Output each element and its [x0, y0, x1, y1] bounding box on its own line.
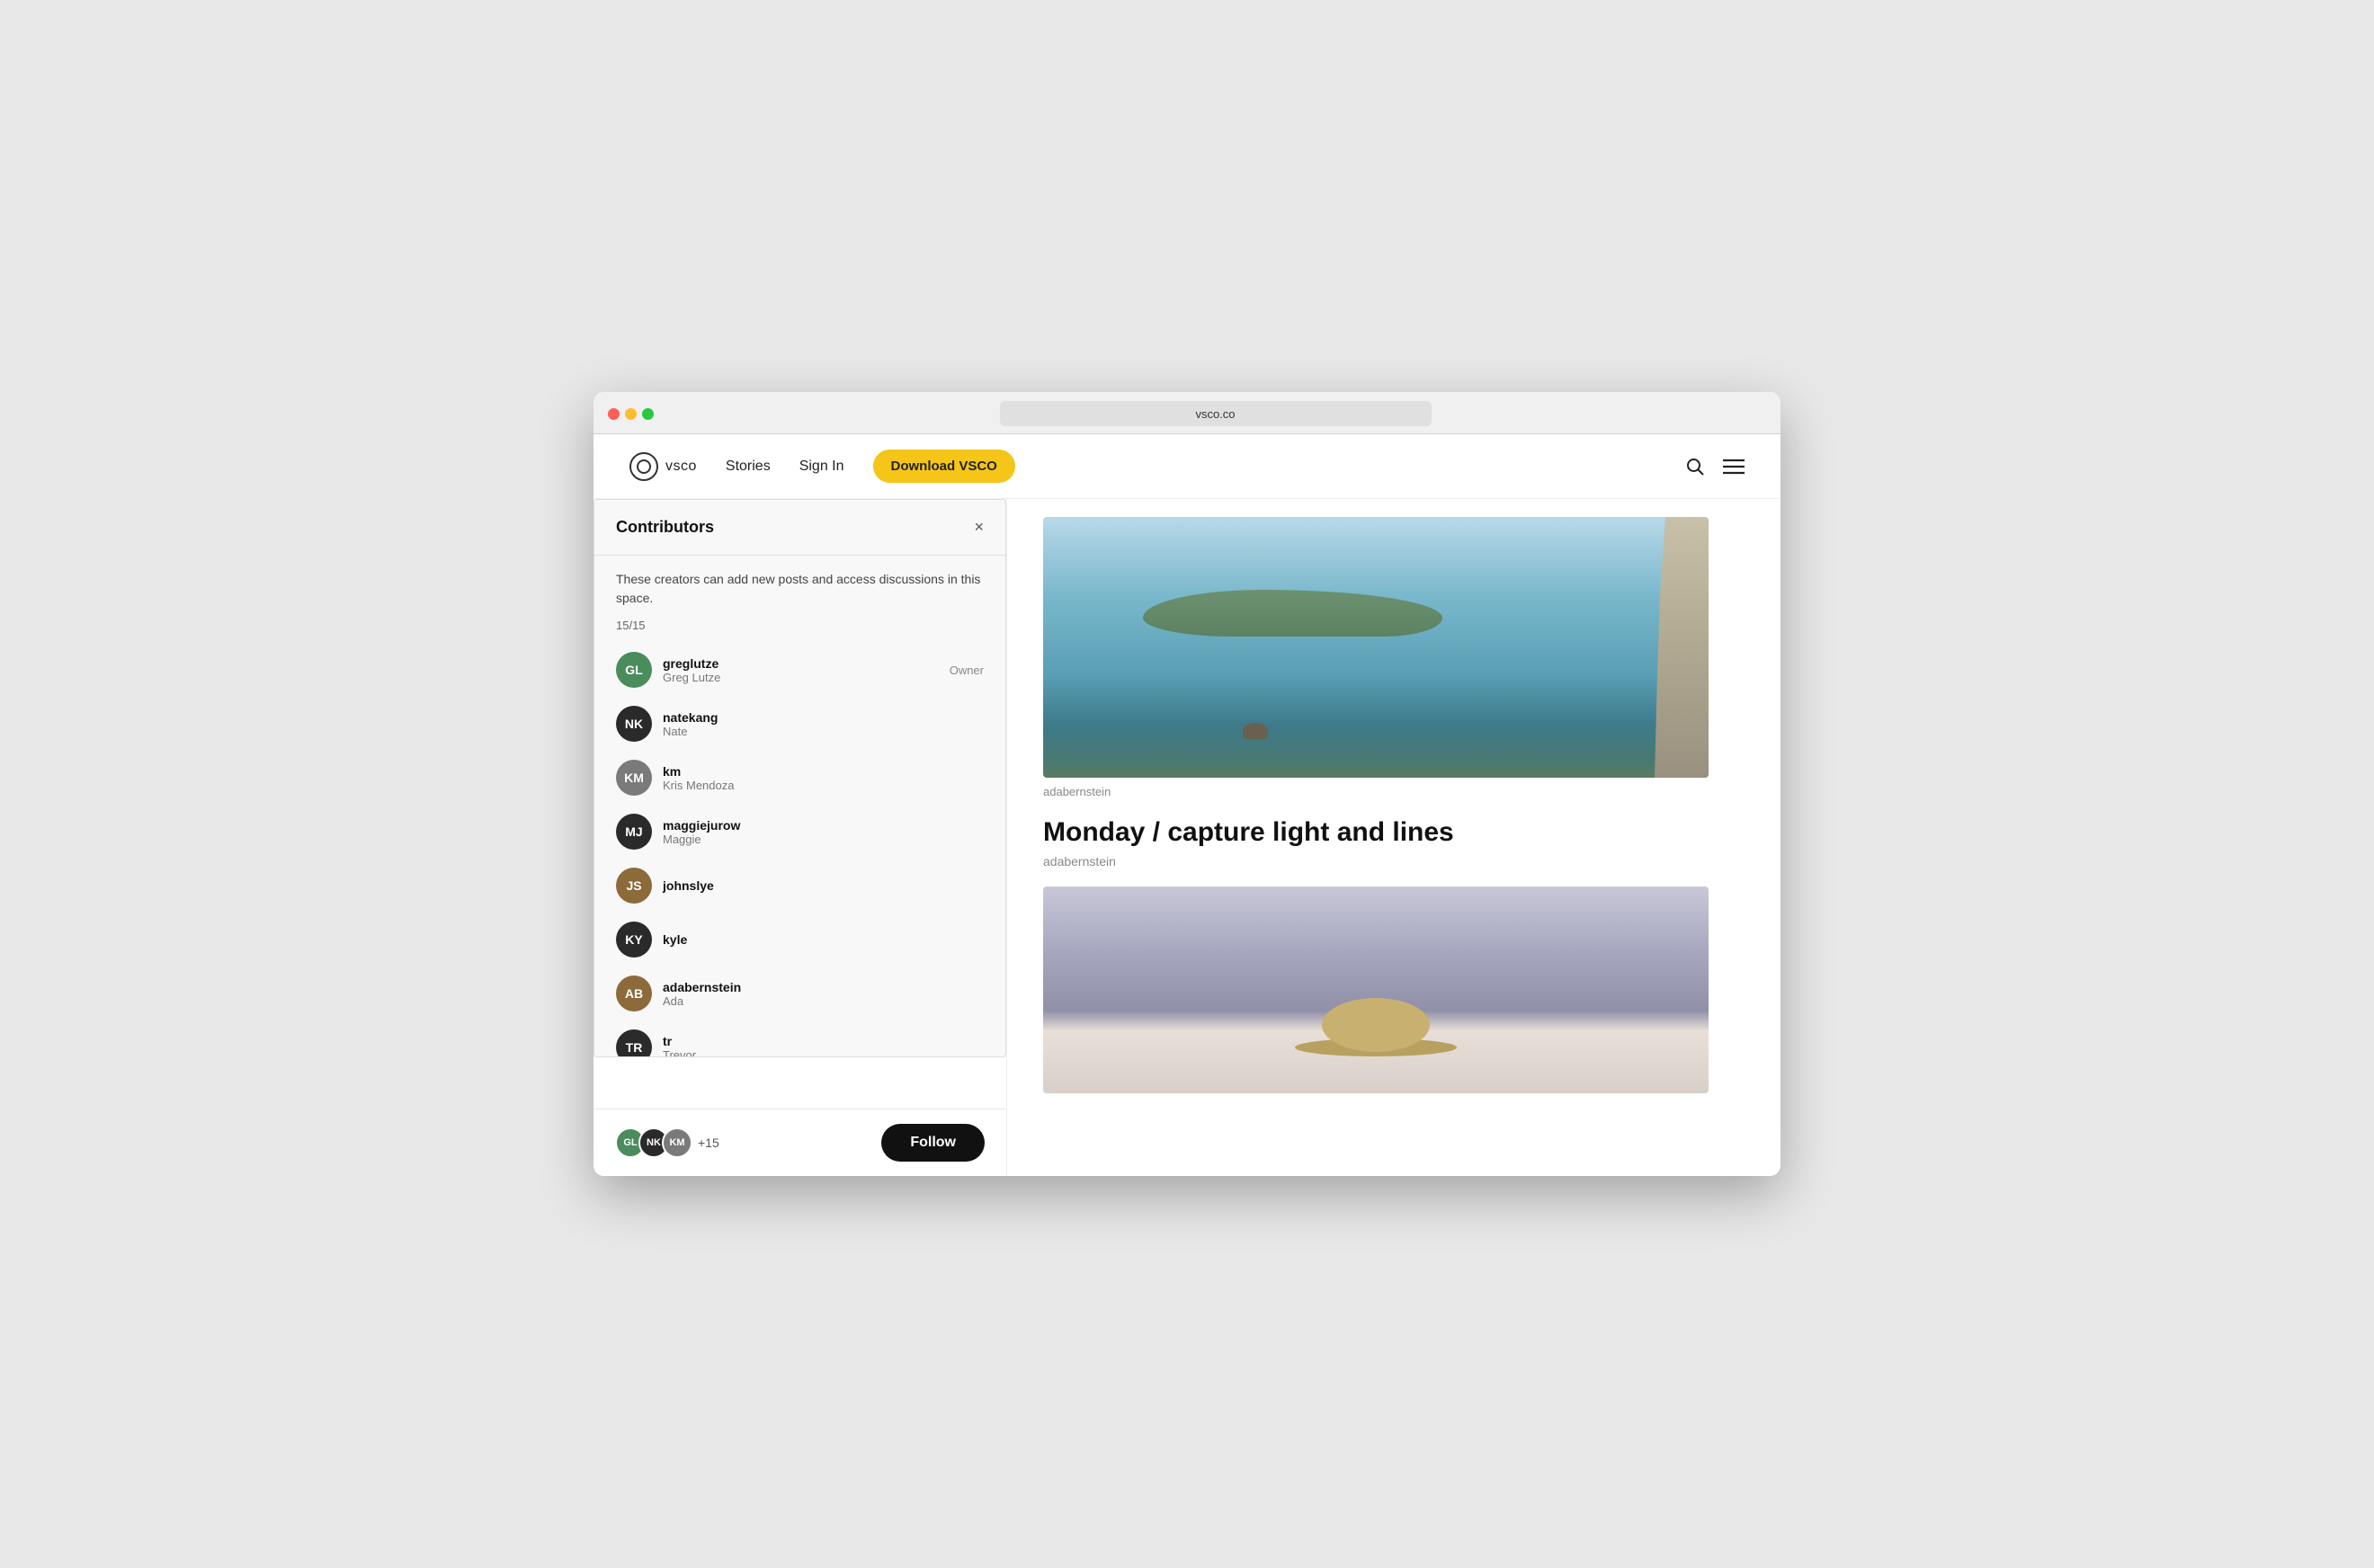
- contributor-username: km: [663, 764, 984, 779]
- main-nav: vsco Stories Sign In Download VSCO: [594, 434, 1780, 499]
- browser-chrome: [594, 392, 1780, 434]
- contributor-info: natekang Nate: [663, 710, 984, 738]
- minimize-traffic-light[interactable]: [625, 408, 637, 420]
- contributor-info: greglutze Greg Lutze: [663, 656, 939, 684]
- contributors-panel: Contributors × These creators can add ne…: [594, 499, 1006, 1057]
- contributor-avatar: MJ: [616, 814, 652, 850]
- person-photo: [1043, 886, 1709, 1093]
- avatar-stack-item: KM: [662, 1127, 692, 1158]
- contributor-username: greglutze: [663, 656, 939, 671]
- contributor-item[interactable]: JS johnslye: [594, 859, 1005, 913]
- hamburger-icon: [1723, 459, 1745, 475]
- contributor-username: tr: [663, 1034, 984, 1048]
- contributor-info: km Kris Mendoza: [663, 764, 984, 792]
- search-button[interactable]: [1685, 457, 1705, 477]
- contributor-item[interactable]: AB adabernstein Ada: [594, 967, 1005, 1020]
- contributor-name: Trevor: [663, 1048, 984, 1057]
- contributor-info: johnslye: [663, 878, 984, 893]
- left-panel: ··· es Contributors × These creators can…: [594, 499, 1007, 1176]
- contributor-username: adabernstein: [663, 980, 984, 994]
- nav-stories-link[interactable]: Stories: [726, 459, 771, 475]
- avatar-count: +15: [698, 1136, 719, 1150]
- browser-top-row: [608, 401, 1766, 426]
- hat: [1322, 998, 1430, 1052]
- contributor-item[interactable]: MJ maggiejurow Maggie: [594, 805, 1005, 859]
- photo-card-2: [1043, 886, 1745, 1093]
- menu-button[interactable]: [1723, 459, 1745, 475]
- address-bar: [665, 401, 1766, 426]
- article-card: Monday / capture light and lines adabern…: [1043, 816, 1745, 869]
- contributor-role: Owner: [950, 664, 984, 677]
- main-area: ··· es Contributors × These creators can…: [594, 499, 1780, 1176]
- contributor-item[interactable]: TR tr Trevor: [594, 1020, 1005, 1056]
- sea-rock: [1243, 723, 1268, 739]
- contributor-item[interactable]: NK natekang Nate: [594, 697, 1005, 751]
- nav-right: [1685, 457, 1745, 477]
- contributor-info: kyle: [663, 932, 984, 947]
- article-title: Monday / capture light and lines: [1043, 816, 1745, 849]
- avatar-stack: GL NK KM +15: [615, 1127, 719, 1158]
- contributor-info: maggiejurow Maggie: [663, 818, 984, 846]
- follow-button[interactable]: Follow: [881, 1124, 985, 1162]
- vsco-logo[interactable]: vsco: [629, 452, 697, 481]
- photo-attribution: adabernstein: [1043, 785, 1745, 798]
- contributor-name: Greg Lutze: [663, 671, 939, 684]
- contributor-username: maggiejurow: [663, 818, 984, 833]
- contributor-username: johnslye: [663, 878, 984, 893]
- contributors-list: GL greglutze Greg Lutze Owner NK nateka: [594, 643, 1005, 1056]
- contributor-name: Ada: [663, 994, 984, 1008]
- logo-inner-circle: [637, 459, 651, 474]
- contributor-item[interactable]: KM km Kris Mendoza: [594, 751, 1005, 805]
- nav-left: vsco Stories Sign In Download VSCO: [629, 450, 1015, 483]
- contributors-count: 15/15: [594, 615, 1005, 643]
- url-input[interactable]: [1000, 401, 1432, 426]
- contributor-avatar: KY: [616, 922, 652, 958]
- browser-content: vsco Stories Sign In Download VSCO: [594, 434, 1780, 1176]
- contributor-avatar: JS: [616, 868, 652, 904]
- contributor-username: natekang: [663, 710, 984, 725]
- contributor-info: tr Trevor: [663, 1034, 984, 1057]
- contributor-name: Kris Mendoza: [663, 779, 984, 792]
- sea-photo: [1043, 517, 1709, 778]
- contributor-avatar: TR: [616, 1029, 652, 1056]
- article-author: adabernstein: [1043, 854, 1745, 869]
- contributor-item[interactable]: GL greglutze Greg Lutze Owner: [594, 643, 1005, 697]
- contributor-item[interactable]: KY kyle: [594, 913, 1005, 967]
- search-icon: [1685, 457, 1705, 477]
- contributor-avatar: GL: [616, 652, 652, 688]
- browser-window: vsco Stories Sign In Download VSCO: [594, 392, 1780, 1176]
- download-vsco-button[interactable]: Download VSCO: [873, 450, 1015, 483]
- right-content: adabernstein Monday / capture light and …: [1007, 499, 1780, 1176]
- traffic-lights: [608, 408, 654, 420]
- contributor-name: Maggie: [663, 833, 984, 846]
- close-traffic-light[interactable]: [608, 408, 620, 420]
- photo-card: adabernstein: [1043, 517, 1745, 798]
- contributor-name: Nate: [663, 725, 984, 738]
- logo-text: vsco: [665, 459, 697, 475]
- contributors-close-button[interactable]: ×: [974, 518, 984, 537]
- sea-rock-left: [1655, 517, 1709, 778]
- fullscreen-traffic-light[interactable]: [642, 408, 654, 420]
- bottom-bar: GL NK KM +15 Follow: [594, 1109, 1006, 1176]
- contributor-info: adabernstein Ada: [663, 980, 984, 1008]
- sea-island: [1143, 590, 1442, 637]
- nav-signin-link[interactable]: Sign In: [799, 459, 844, 475]
- contributor-username: kyle: [663, 932, 984, 947]
- contributors-description: These creators can add new posts and acc…: [594, 556, 1005, 615]
- contributor-avatar: KM: [616, 760, 652, 796]
- contributor-avatar: AB: [616, 976, 652, 1011]
- logo-circle-icon: [629, 452, 658, 481]
- contributors-header: Contributors ×: [594, 500, 1005, 556]
- contributor-avatar: NK: [616, 706, 652, 742]
- contributors-title: Contributors: [616, 518, 714, 537]
